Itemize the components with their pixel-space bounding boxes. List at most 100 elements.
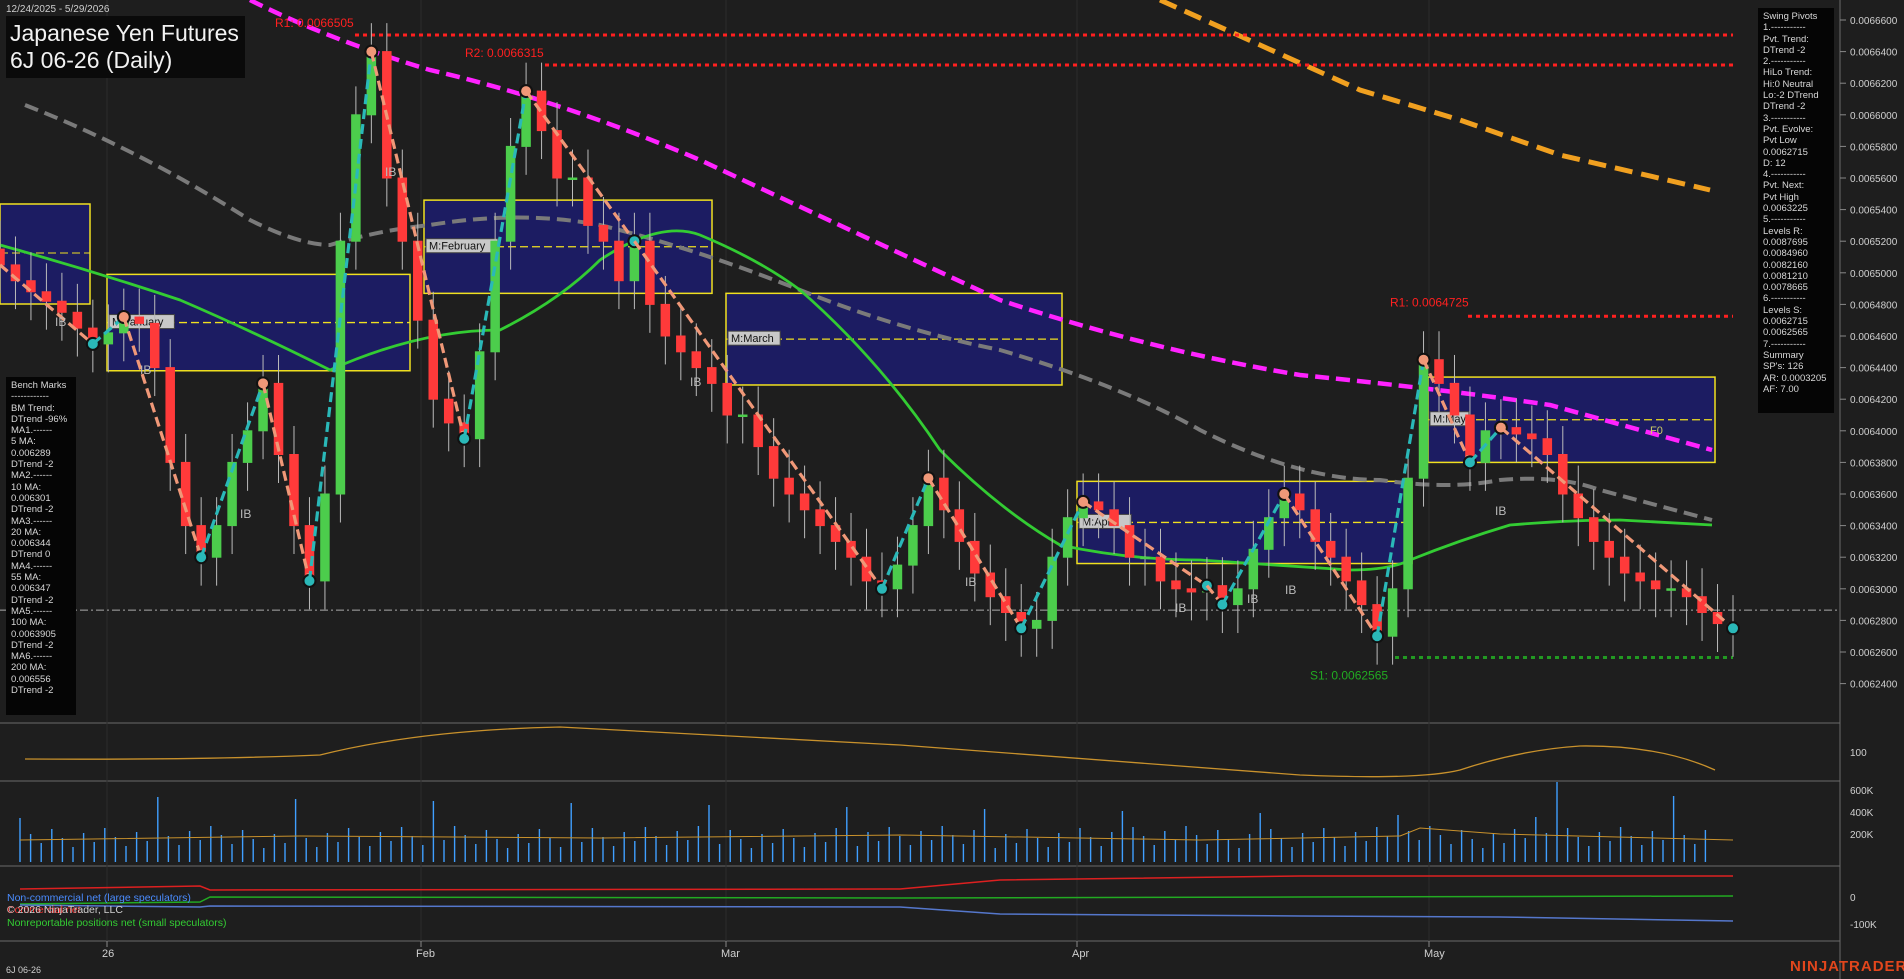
- candle-body: [149, 322, 160, 369]
- candle-body: [57, 300, 67, 313]
- bench-line: DTrend -2: [11, 685, 54, 697]
- cot-axis-label: 0: [1850, 893, 1856, 904]
- cot-axis-label: -100K: [1850, 920, 1877, 931]
- volume-axis-label: 200K: [1850, 830, 1874, 841]
- candle-body: [320, 493, 330, 582]
- bench-line: MA6.------: [11, 651, 53, 663]
- y-tick-label: 0.0066400: [1850, 48, 1898, 59]
- bench-line: MA3.------: [11, 515, 53, 527]
- inside-bar-label: IB: [240, 507, 251, 521]
- bench-line: 20 MA:: [11, 526, 42, 538]
- pivot-line: AR: 0.0003205: [1763, 372, 1827, 384]
- bench-line: 0.006347: [11, 583, 51, 595]
- candle-body: [1155, 556, 1166, 582]
- bench-line: MA2.------: [11, 470, 53, 482]
- candle-body: [1403, 477, 1413, 590]
- f0-label: F0: [1650, 425, 1663, 437]
- instrument-name: Japanese Yen Futures: [10, 20, 239, 46]
- pivot-line: 6.-----------: [1763, 293, 1806, 305]
- pivot-line: 0.0062715: [1763, 146, 1808, 158]
- inside-bar-label: IB: [1495, 504, 1506, 518]
- cot-commercial-line: [19, 875, 1733, 891]
- bench-line: DTrend -2: [11, 504, 54, 516]
- y-tick-label: 0.0064600: [1850, 332, 1898, 343]
- cot-legend: Non-commercial net (large speculators) C…: [7, 892, 226, 929]
- candle-body: [1635, 572, 1645, 582]
- swing-line: [880, 477, 930, 590]
- pivot-line: 0.0087695: [1763, 236, 1808, 248]
- swing-pivots-panel: Swing Pivots 1.----------- Pvt. Trend: DTre…: [1758, 8, 1834, 413]
- candle-body: [180, 461, 191, 527]
- chart-title: Japanese Yen Futures 6J 06-26 (Daily): [6, 16, 245, 78]
- candle-body: [676, 335, 686, 353]
- bench-line: 5 MA:: [11, 436, 36, 448]
- candle-body: [211, 525, 222, 558]
- pivot-line: 4.-----------: [1763, 169, 1806, 181]
- pivot-line: Pvt. Next:: [1763, 180, 1805, 192]
- y-tick-label: 0.0063600: [1850, 490, 1898, 501]
- y-tick-label: 0.0063400: [1850, 522, 1898, 533]
- y-tick-label: 0.0062400: [1850, 680, 1898, 691]
- pivot-line: 0.0084960: [1763, 248, 1808, 260]
- pivot-line: Pvt. Evolve:: [1763, 123, 1814, 135]
- candle-body: [583, 177, 593, 226]
- x-tick-label: Mar: [721, 948, 740, 960]
- candle-body: [567, 177, 578, 180]
- oscillator-axis-label: 100: [1850, 748, 1867, 759]
- pivot-line: 0.0078665: [1763, 282, 1808, 294]
- candle-body: [1248, 548, 1259, 590]
- candle-body: [1294, 493, 1305, 511]
- pivot-line: 0.0063225: [1763, 203, 1808, 215]
- sub-panels: 100 600K 400K 200K 0 -100K: [19, 726, 1877, 931]
- pivot-line: 7.-----------: [1763, 338, 1806, 350]
- bench-line: MA1.------: [11, 425, 53, 437]
- candle-body: [1341, 556, 1351, 582]
- y-tick-label: 0.0065400: [1850, 206, 1898, 217]
- bench-line: Bench Marks: [11, 380, 67, 391]
- candle-body: [428, 319, 439, 400]
- pivot-level-label: S1: 0.0062565: [1310, 669, 1388, 683]
- y-tick-label: 0.0066600: [1850, 16, 1898, 27]
- candle-body: [413, 240, 423, 321]
- bench-line: 0.0063905: [11, 628, 56, 640]
- y-tick-label: 0.0063000: [1850, 585, 1898, 596]
- pivot-line: SP's: 126: [1763, 361, 1804, 373]
- candle-body: [1604, 540, 1614, 558]
- pivot-line: D: 12: [1763, 157, 1786, 169]
- pivot-line: 1.-----------: [1763, 22, 1806, 34]
- y-tick-label: 0.0065800: [1850, 142, 1898, 153]
- ninjatrader-logo: NINJATRADER: [1790, 958, 1904, 975]
- bench-line: 100 MA:: [11, 617, 47, 629]
- y-tick-label: 0.0065000: [1850, 269, 1898, 280]
- cot-nonreportable-line: [19, 895, 1734, 905]
- candle-body: [552, 130, 562, 179]
- x-tick-label: Feb: [416, 948, 435, 960]
- candle-body: [1233, 588, 1243, 606]
- bench-line: 200 MA:: [11, 662, 47, 674]
- cot-noncommercial-line: [19, 904, 1734, 922]
- pivot-level-label: R1: 0.0066505: [275, 16, 354, 30]
- candle-body: [1449, 382, 1460, 416]
- price-chart[interactable]: M:JanuaryM:FebruaryM:MarchM:AprilM:May R…: [0, 0, 1904, 979]
- candle-body: [0, 248, 5, 266]
- candle-body: [1062, 517, 1073, 558]
- inside-bar-label: IB: [140, 363, 151, 377]
- oscillator-line: [24, 726, 1716, 778]
- inside-bar-label: IB: [1175, 601, 1186, 615]
- x-tick-label: May: [1424, 948, 1445, 960]
- y-tick-label: 0.0065600: [1850, 174, 1898, 185]
- inside-bar-label: IB: [1285, 583, 1296, 597]
- bench-line: 55 MA:: [11, 572, 42, 584]
- y-tick-label: 0.0066000: [1850, 111, 1898, 122]
- pivot-line: 3.-----------: [1763, 112, 1806, 124]
- price-axis: 0.0066600 0.0066400 0.0066200 0.0066000 0.00…: [102, 16, 1898, 960]
- pivot-line: Summary: [1763, 349, 1804, 361]
- candle-body: [1542, 438, 1553, 456]
- candle-body: [1619, 556, 1630, 574]
- bench-line: DTrend -2: [11, 459, 54, 471]
- pivot-line: DTrend -2: [1763, 101, 1806, 113]
- candle-body: [645, 240, 655, 305]
- candle-body: [1387, 588, 1398, 637]
- y-tick-label: 0.0066200: [1850, 79, 1898, 90]
- pivot-line: HiLo Trend:: [1763, 67, 1813, 79]
